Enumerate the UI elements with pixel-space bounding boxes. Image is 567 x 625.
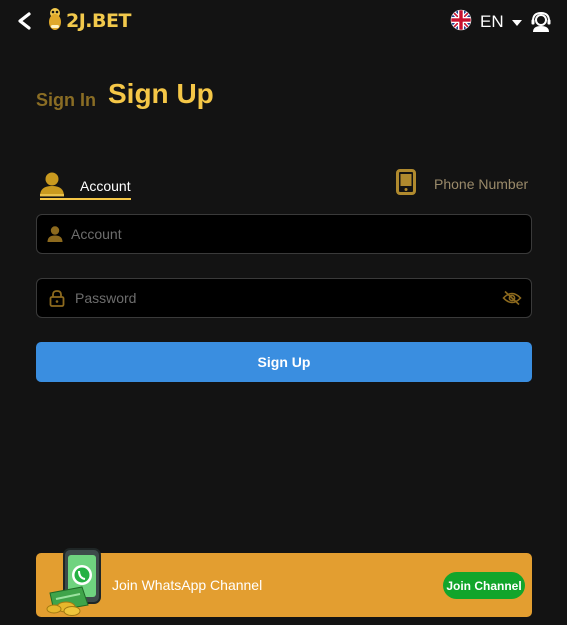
whatsapp-phone-illustration [42,547,108,617]
account-input[interactable] [71,215,531,253]
back-arrow-icon[interactable] [14,10,36,32]
caret-down-icon [511,13,522,31]
lock-icon [47,288,67,308]
user-icon [45,224,65,244]
uk-flag-icon [450,9,472,36]
top-bar: 2J.BET EN [0,0,567,44]
logo[interactable]: 2J.BET [46,7,131,36]
banner-text: Join WhatsApp Channel [112,577,263,593]
phone-icon [396,168,416,200]
join-channel-button[interactable]: Join Channel [443,572,525,599]
account-field [36,214,532,254]
tab-phone-number[interactable]: Phone Number [396,168,529,200]
sign-up-button[interactable]: Sign Up [36,342,532,382]
tab-sign-up[interactable]: Sign Up [108,78,214,110]
tab-account-label: Account [80,178,131,194]
password-field [36,278,532,318]
tab-sign-in[interactable]: Sign In [36,90,96,111]
support-agent-icon[interactable] [530,11,552,33]
eye-off-icon[interactable] [501,287,523,309]
logo-text: 2J.BET [66,10,131,32]
tab-phone-label: Phone Number [434,176,529,192]
language-selector[interactable]: EN [450,9,522,36]
user-icon [38,171,66,202]
logo-mascot-icon [46,7,64,36]
active-tab-indicator [40,198,131,200]
whatsapp-banner[interactable]: Join WhatsApp Channel Join Channel [36,548,532,617]
password-input[interactable] [75,279,501,317]
language-label: EN [480,12,504,31]
